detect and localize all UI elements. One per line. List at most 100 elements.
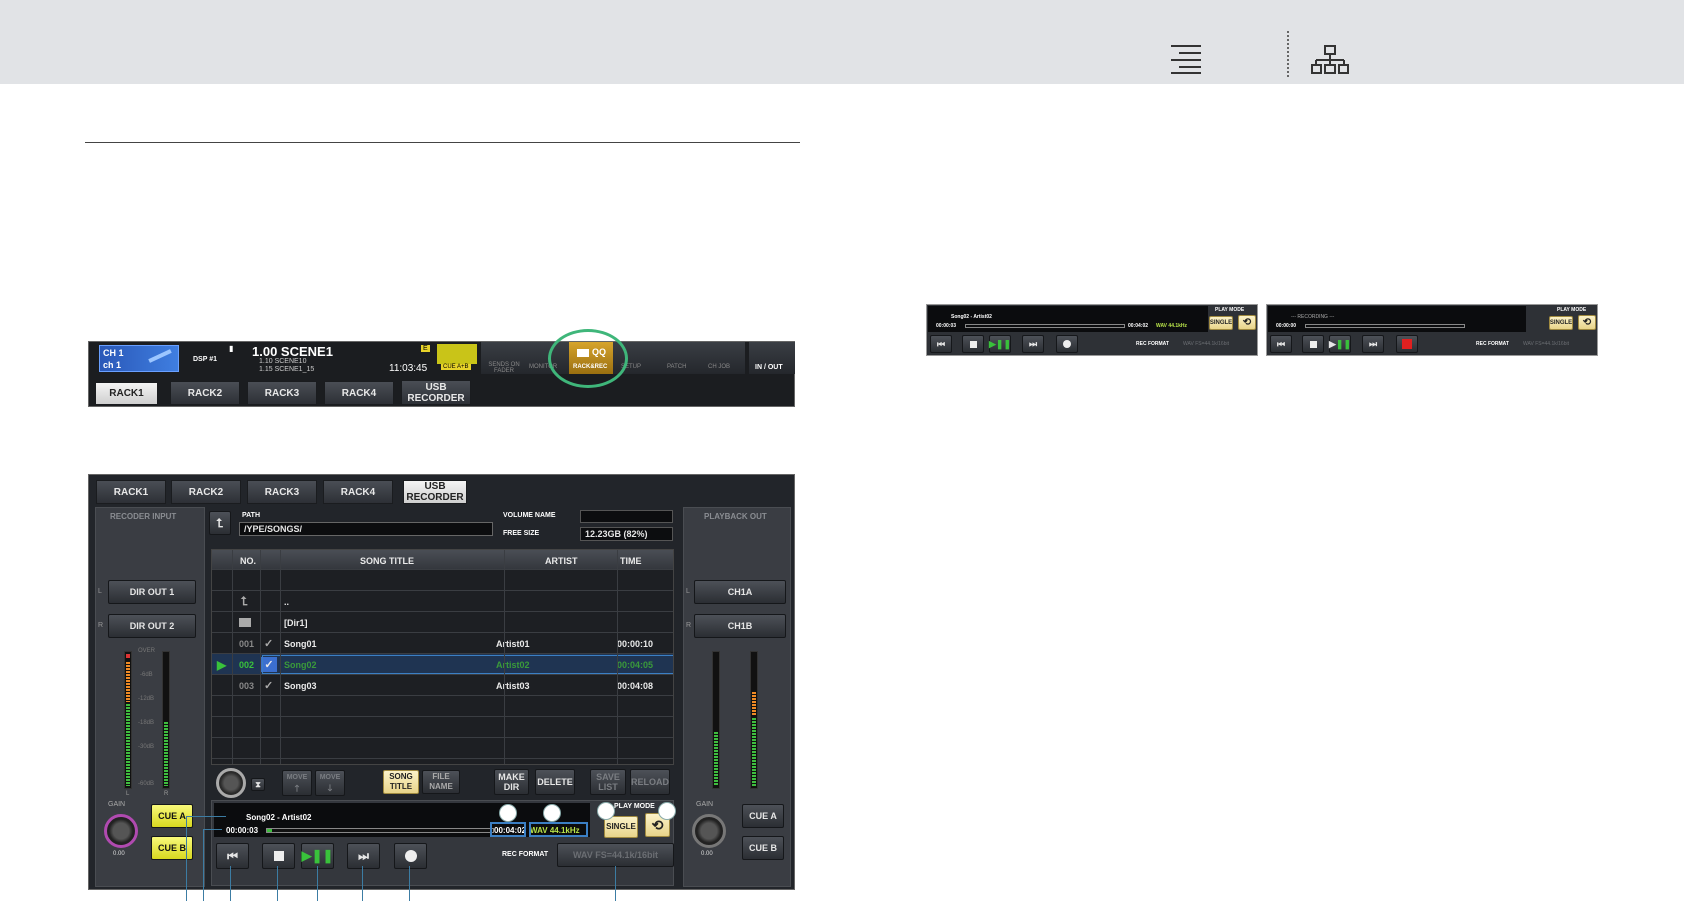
mini-rec-format[interactable]: WAV FS=44.1k/16bit <box>1523 341 1569 347</box>
parent-dir-button[interactable]: ⮤ <box>209 511 231 535</box>
tab-rack3[interactable]: RACK3 <box>247 480 317 504</box>
now-playing-title: Song02 - Artist02 <box>246 813 312 822</box>
rec-format-label: REC FORMAT <box>502 851 549 858</box>
table-row[interactable]: [Dir1] <box>212 612 673 633</box>
callout-line <box>362 866 363 901</box>
mini-repeat-icon[interactable]: ⟲ <box>1238 315 1256 330</box>
song-title: [Dir1] <box>284 617 308 628</box>
meter-r-caption: R <box>164 791 169 797</box>
menu-lines-icon[interactable] <box>1165 45 1205 75</box>
input-dir-out-2-button[interactable]: DIR OUT 2 <box>108 614 196 638</box>
ch-job-icon[interactable]: CH JOB <box>701 342 745 374</box>
table-row <box>212 696 673 717</box>
playing-icon: ▶ <box>217 657 227 672</box>
mini-stop-button[interactable] <box>1302 335 1324 353</box>
column-artist[interactable]: ARTIST <box>545 550 578 571</box>
channel-select[interactable]: CH 1 ch 1 <box>99 345 179 372</box>
output-l-label: L <box>686 588 690 595</box>
mini-record-button[interactable] <box>1056 335 1078 353</box>
mini-transport-playing: Song02 - Artist02 00:00:03 00:04:02 WAV … <box>926 304 1258 356</box>
table-row[interactable]: 001 ✓ Song01 Artist01 00:00:10 <box>212 633 673 654</box>
move-up-button[interactable]: MOVE 🡑 <box>282 770 312 796</box>
scroll-toggle-icon[interactable]: ⧗ <box>251 778 265 791</box>
mini-rewind-button[interactable]: ⏮ <box>1270 335 1292 353</box>
tab-usb-recorder[interactable]: USB RECORDER <box>401 380 471 405</box>
input-dir-out-1-button[interactable]: DIR OUT 1 <box>108 580 196 604</box>
save-list-button[interactable]: SAVE LIST <box>590 769 626 795</box>
rec-format-button[interactable]: WAV FS=44.1k/16bit <box>557 843 674 867</box>
tab-rack1[interactable]: RACK1 <box>95 382 158 405</box>
column-time[interactable]: TIME <box>620 550 642 571</box>
gain-knob[interactable] <box>692 814 726 848</box>
record-button[interactable] <box>394 843 427 869</box>
mini-repeat-icon[interactable]: ⟲ <box>1578 315 1596 330</box>
make-dir-button[interactable]: MAKE DIR <box>494 769 529 795</box>
rack-rec-highlight-circle <box>548 329 628 388</box>
progress-fill <box>267 829 272 832</box>
play-mode-label: PLAY MODE <box>614 803 655 810</box>
check-icon[interactable]: ✓ <box>264 675 273 696</box>
record-icon <box>404 850 417 862</box>
table-row[interactable]: ⮤ .. <box>212 591 673 612</box>
input-l-label: L <box>98 588 102 595</box>
song-table: NO. SONG TITLE ARTIST TIME ⮤ .. [Dir1] 0… <box>211 549 674 765</box>
table-row[interactable]: ▶ 002 ✓ Song02 Artist02 00:04:05 <box>212 654 673 675</box>
progress-bar <box>266 828 494 833</box>
sends-on-fader-icon[interactable]: SENDS ON FADER <box>481 342 525 374</box>
mini-single-button[interactable]: SINGLE <box>1209 316 1233 330</box>
mini-skip-forward-button[interactable]: ⏭ <box>1362 335 1384 353</box>
meter-label-18db: -18dB <box>138 720 155 726</box>
mini-elapsed: 00:00:00 <box>1276 323 1297 329</box>
meter-label-30db: -30dB <box>138 744 155 750</box>
gain-knob[interactable] <box>104 814 138 848</box>
lock-icon: ▮ <box>229 344 234 353</box>
delete-button[interactable]: DELETE <box>535 769 575 795</box>
skip-forward-button[interactable]: ⏭ <box>347 843 380 869</box>
move-down-button[interactable]: MOVE 🡓 <box>315 770 345 796</box>
recorder-input-panel: RECODER INPUT L DIR OUT 1 R DIR OUT 2 OV… <box>95 507 205 887</box>
sort-song-title-button[interactable]: SONG TITLE <box>383 770 419 794</box>
tab-usb-recorder[interactable]: USB RECORDER <box>403 480 467 504</box>
tab-rack2[interactable]: RACK2 <box>170 381 240 405</box>
check-icon[interactable]: ✓ <box>264 633 273 654</box>
cue-b-button[interactable]: CUE B <box>742 836 784 860</box>
output-ch1b-button[interactable]: CH1B <box>694 614 786 638</box>
sort-file-name-button[interactable]: FILE NAME <box>422 770 460 794</box>
mini-rewind-button[interactable]: ⏮ <box>930 335 952 353</box>
in-out-icon[interactable]: IN / OUT <box>749 342 795 374</box>
song-no: 002 <box>239 659 255 670</box>
tab-rack4[interactable]: RACK4 <box>324 381 394 405</box>
scene-title[interactable]: 1.00 SCENE1 <box>252 344 333 359</box>
tab-rack3[interactable]: RACK3 <box>247 381 317 405</box>
mini-stop-button[interactable] <box>962 335 984 353</box>
sitemap-icon[interactable] <box>1311 45 1349 75</box>
table-header: NO. SONG TITLE ARTIST TIME <box>212 550 673 571</box>
meter-label-6db: -6dB <box>140 672 153 678</box>
selection-outline <box>262 655 673 674</box>
mini-skip-forward-button[interactable]: ⏭ <box>1022 335 1044 353</box>
rewind-button[interactable]: ⏮ <box>216 843 249 869</box>
column-song-title[interactable]: SONG TITLE <box>360 550 414 571</box>
table-row[interactable]: 003 ✓ Song03 Artist03 00:04:08 <box>212 675 673 696</box>
tab-rack1[interactable]: RACK1 <box>96 480 166 504</box>
mini-rec-format[interactable]: WAV FS=44.1k/16bit <box>1183 341 1229 347</box>
mini-play-pause-button[interactable]: ▶❚❚ <box>1329 335 1351 353</box>
mini-single-button[interactable]: SINGLE <box>1549 316 1573 330</box>
gain-value: 0.00 <box>701 851 713 857</box>
output-ch1a-button[interactable]: CH1A <box>694 580 786 604</box>
scroll-knob[interactable] <box>216 768 246 798</box>
mini-play-pause-button[interactable]: ▶❚❚ <box>989 335 1011 353</box>
up-arrow-icon: 🡑 <box>294 783 300 793</box>
fader-icon <box>148 349 172 363</box>
channel-name: ch 1 <box>103 360 122 370</box>
patch-icon[interactable]: PATCH <box>657 342 701 374</box>
stop-button[interactable] <box>262 843 295 869</box>
icon-bar: SENDS ON FADER MONITOR QQ RACK&REC SETUP … <box>481 342 797 374</box>
output-meter-r <box>750 651 758 789</box>
mini-record-button[interactable] <box>1396 335 1418 353</box>
meter-label-12db: -12dB <box>138 696 155 702</box>
tab-rack2[interactable]: RACK2 <box>171 480 241 504</box>
reload-button[interactable]: RELOAD <box>630 769 670 795</box>
tab-rack4[interactable]: RACK4 <box>323 480 393 504</box>
cue-a-button[interactable]: CUE A <box>742 804 784 828</box>
